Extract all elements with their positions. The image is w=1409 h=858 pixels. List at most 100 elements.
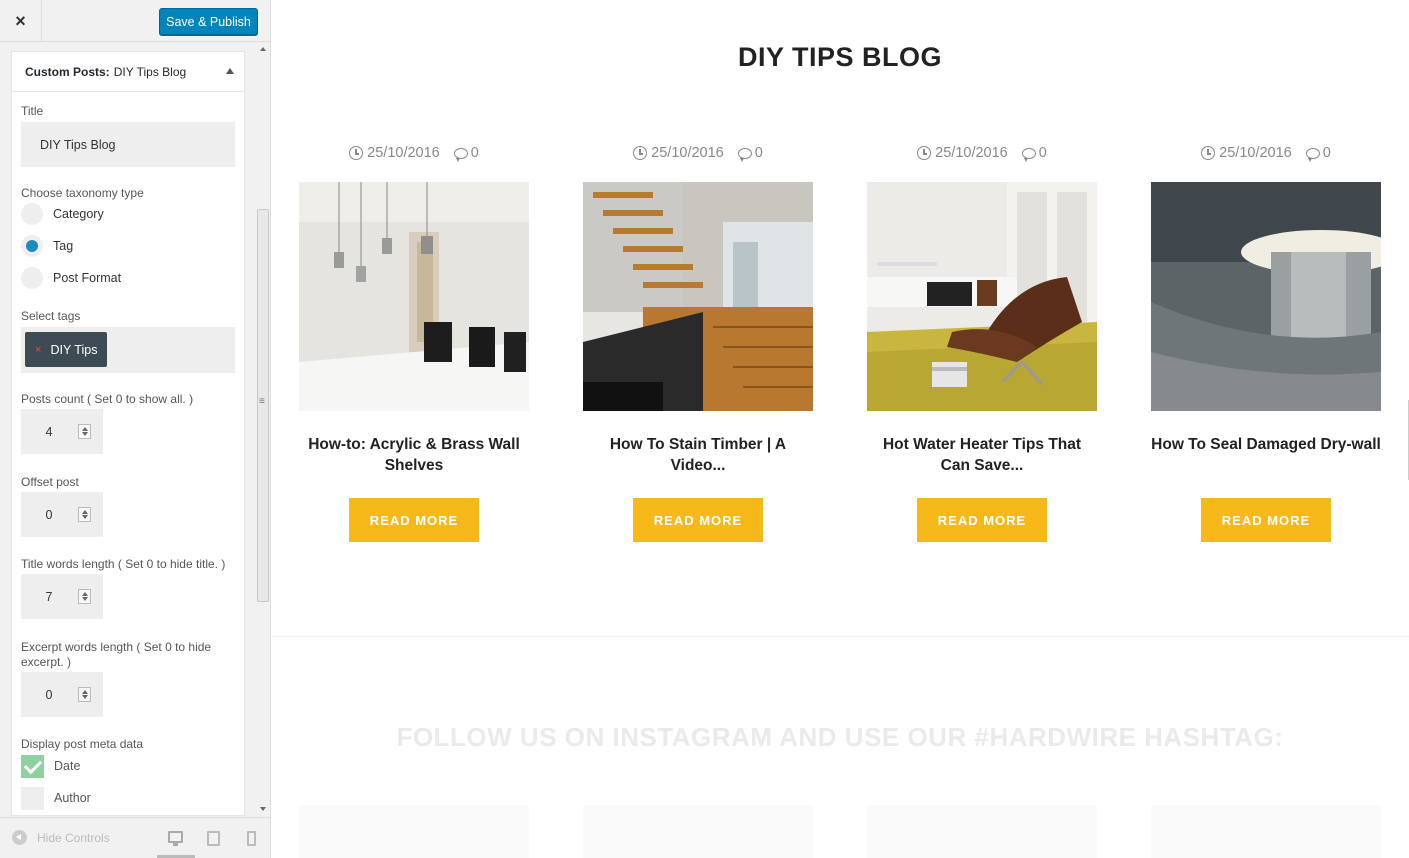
title-input[interactable]: DIY Tips Blog (21, 122, 235, 167)
offset-input[interactable]: 0 (21, 492, 103, 537)
blog-section-title: DIY TIPS BLOG (737, 42, 943, 72)
post-comments: 0 (1322, 145, 1331, 161)
read-more-button[interactable]: READ MORE (349, 498, 479, 542)
checkbox-label: Date (54, 759, 81, 773)
select-tags-label: Select tags (21, 309, 81, 323)
post-image[interactable] (1151, 182, 1381, 411)
clock-icon (633, 146, 648, 160)
checkbox-label: Author (54, 791, 91, 805)
post-image[interactable] (299, 182, 529, 411)
title-label: Title (21, 104, 44, 118)
post-meta: 25/10/2016 0 (583, 145, 813, 162)
post-image[interactable] (867, 182, 1097, 411)
post-comments: 0 (1038, 145, 1047, 161)
radio-label: Tag (53, 239, 74, 253)
read-more-button[interactable]: READ MORE (1201, 498, 1331, 542)
checkbox-author[interactable]: Author (21, 786, 91, 810)
save-publish-button[interactable]: Save & Publish (159, 8, 258, 35)
tags-select[interactable]: × DIY Tips (21, 327, 235, 373)
post-comments: 0 (470, 145, 479, 161)
customizer-sidebar: × Save & Publish Custom Posts: DIY Tips … (0, 0, 271, 858)
post-title[interactable]: Hot Water Heater Tips That Can Save... (867, 434, 1097, 476)
comment-icon (1305, 147, 1320, 162)
instagram-image[interactable] (299, 805, 529, 858)
radio-button-selected[interactable] (21, 235, 43, 257)
comment-icon (1021, 147, 1036, 162)
post-comments: 0 (754, 145, 763, 161)
scroll-down-arrow-icon[interactable] (260, 807, 266, 811)
post-title[interactable]: How To Seal Damaged Dry-wall (1151, 434, 1381, 455)
instagram-image[interactable] (583, 805, 813, 858)
offset-label: Offset post (21, 475, 79, 489)
clock-icon (1201, 146, 1216, 160)
posts-count-label: Posts count ( Set 0 to show all. ) (21, 392, 194, 406)
post-title[interactable]: How To Stain Timber | A Video... (583, 434, 813, 476)
checkbox-date[interactable]: Date (21, 754, 80, 778)
meta-label: Display post meta data (21, 737, 144, 751)
site-preview: DIY TIPS BLOG 25/10/2016 0 How-to: Acryl… (271, 0, 1409, 858)
checkbox-unchecked[interactable] (21, 786, 44, 810)
post-date: 25/10/2016 (651, 145, 724, 161)
instagram-image[interactable] (1151, 805, 1381, 858)
post-title[interactable]: How-to: Acrylic & Brass Wall Shelves (299, 434, 529, 476)
desktop-icon[interactable] (168, 831, 183, 846)
collapse-arrow-icon[interactable] (226, 68, 234, 74)
post-date: 25/10/2016 (935, 145, 1008, 161)
radio-category[interactable]: Category (21, 203, 104, 225)
radio-button[interactable] (21, 203, 43, 225)
panel-header-title: DIY Tips Blog (113, 64, 187, 79)
close-icon[interactable]: × (0, 0, 42, 42)
sidebar-scrollbar[interactable] (256, 42, 270, 816)
stepper-icon[interactable] (78, 589, 91, 604)
radio-button[interactable] (21, 267, 43, 289)
checkbox-checked[interactable] (21, 754, 44, 778)
tablet-icon[interactable] (207, 831, 220, 846)
instagram-section-title: FOLLOW US ON INSTAGRAM AND USE OUR #HARD… (396, 722, 1284, 752)
taxonomy-label: Choose taxonomy type (21, 186, 144, 200)
hide-controls-label: Hide Controls (37, 830, 110, 845)
title-words-input[interactable]: 7 (21, 574, 103, 619)
clock-icon (349, 146, 364, 160)
post-date: 25/10/2016 (367, 145, 440, 161)
clock-icon (917, 146, 932, 160)
post-meta: 25/10/2016 0 (299, 145, 529, 162)
posts-count-input[interactable]: 4 (21, 409, 103, 454)
excerpt-input[interactable]: 0 (21, 672, 103, 717)
read-more-button[interactable]: READ MORE (917, 498, 1047, 542)
radio-tag[interactable]: Tag (21, 235, 73, 257)
custom-posts-panel: Custom Posts: DIY Tips Blog Title DIY Ti… (11, 51, 245, 816)
post-meta: 25/10/2016 0 (867, 145, 1097, 162)
instagram-image[interactable] (867, 805, 1097, 858)
mobile-icon[interactable] (247, 831, 256, 846)
read-more-button[interactable]: READ MORE (633, 498, 763, 542)
excerpt-value: 0 (45, 687, 53, 702)
panel-header-prefix: Custom Posts: (25, 64, 110, 79)
stepper-icon[interactable] (78, 507, 91, 522)
remove-tag-icon[interactable]: × (35, 344, 41, 356)
section-divider (271, 636, 1409, 637)
post-image[interactable] (583, 182, 813, 411)
offset-value: 0 (45, 507, 53, 522)
stepper-icon[interactable] (78, 424, 91, 439)
post-date: 25/10/2016 (1219, 145, 1292, 161)
panel-header[interactable]: Custom Posts: DIY Tips Blog (12, 52, 244, 92)
posts-count-value: 4 (45, 424, 53, 439)
radio-label: Post Format (53, 271, 122, 285)
title-words-label: Title words length ( Set 0 to hide title… (21, 557, 226, 571)
post-meta: 25/10/2016 0 (1151, 145, 1381, 162)
title-words-value: 7 (45, 589, 53, 604)
comment-icon (737, 147, 752, 162)
tag-chip-label: DIY Tips (50, 342, 98, 357)
tag-chip: × DIY Tips (25, 332, 107, 367)
radio-post-format[interactable]: Post Format (21, 267, 121, 289)
radio-label: Category (53, 207, 104, 221)
stepper-icon[interactable] (78, 687, 91, 702)
comment-icon (453, 147, 468, 162)
customizer-footer: Hide Controls (0, 817, 270, 858)
excerpt-label: Excerpt words length ( Set 0 to hide exc… (21, 640, 212, 669)
scroll-thumb[interactable] (257, 209, 269, 602)
hide-controls-button[interactable]: Hide Controls (12, 830, 110, 845)
customizer-header: × Save & Publish (0, 0, 270, 42)
collapse-icon (12, 830, 27, 845)
scroll-up-arrow-icon[interactable] (260, 47, 266, 51)
